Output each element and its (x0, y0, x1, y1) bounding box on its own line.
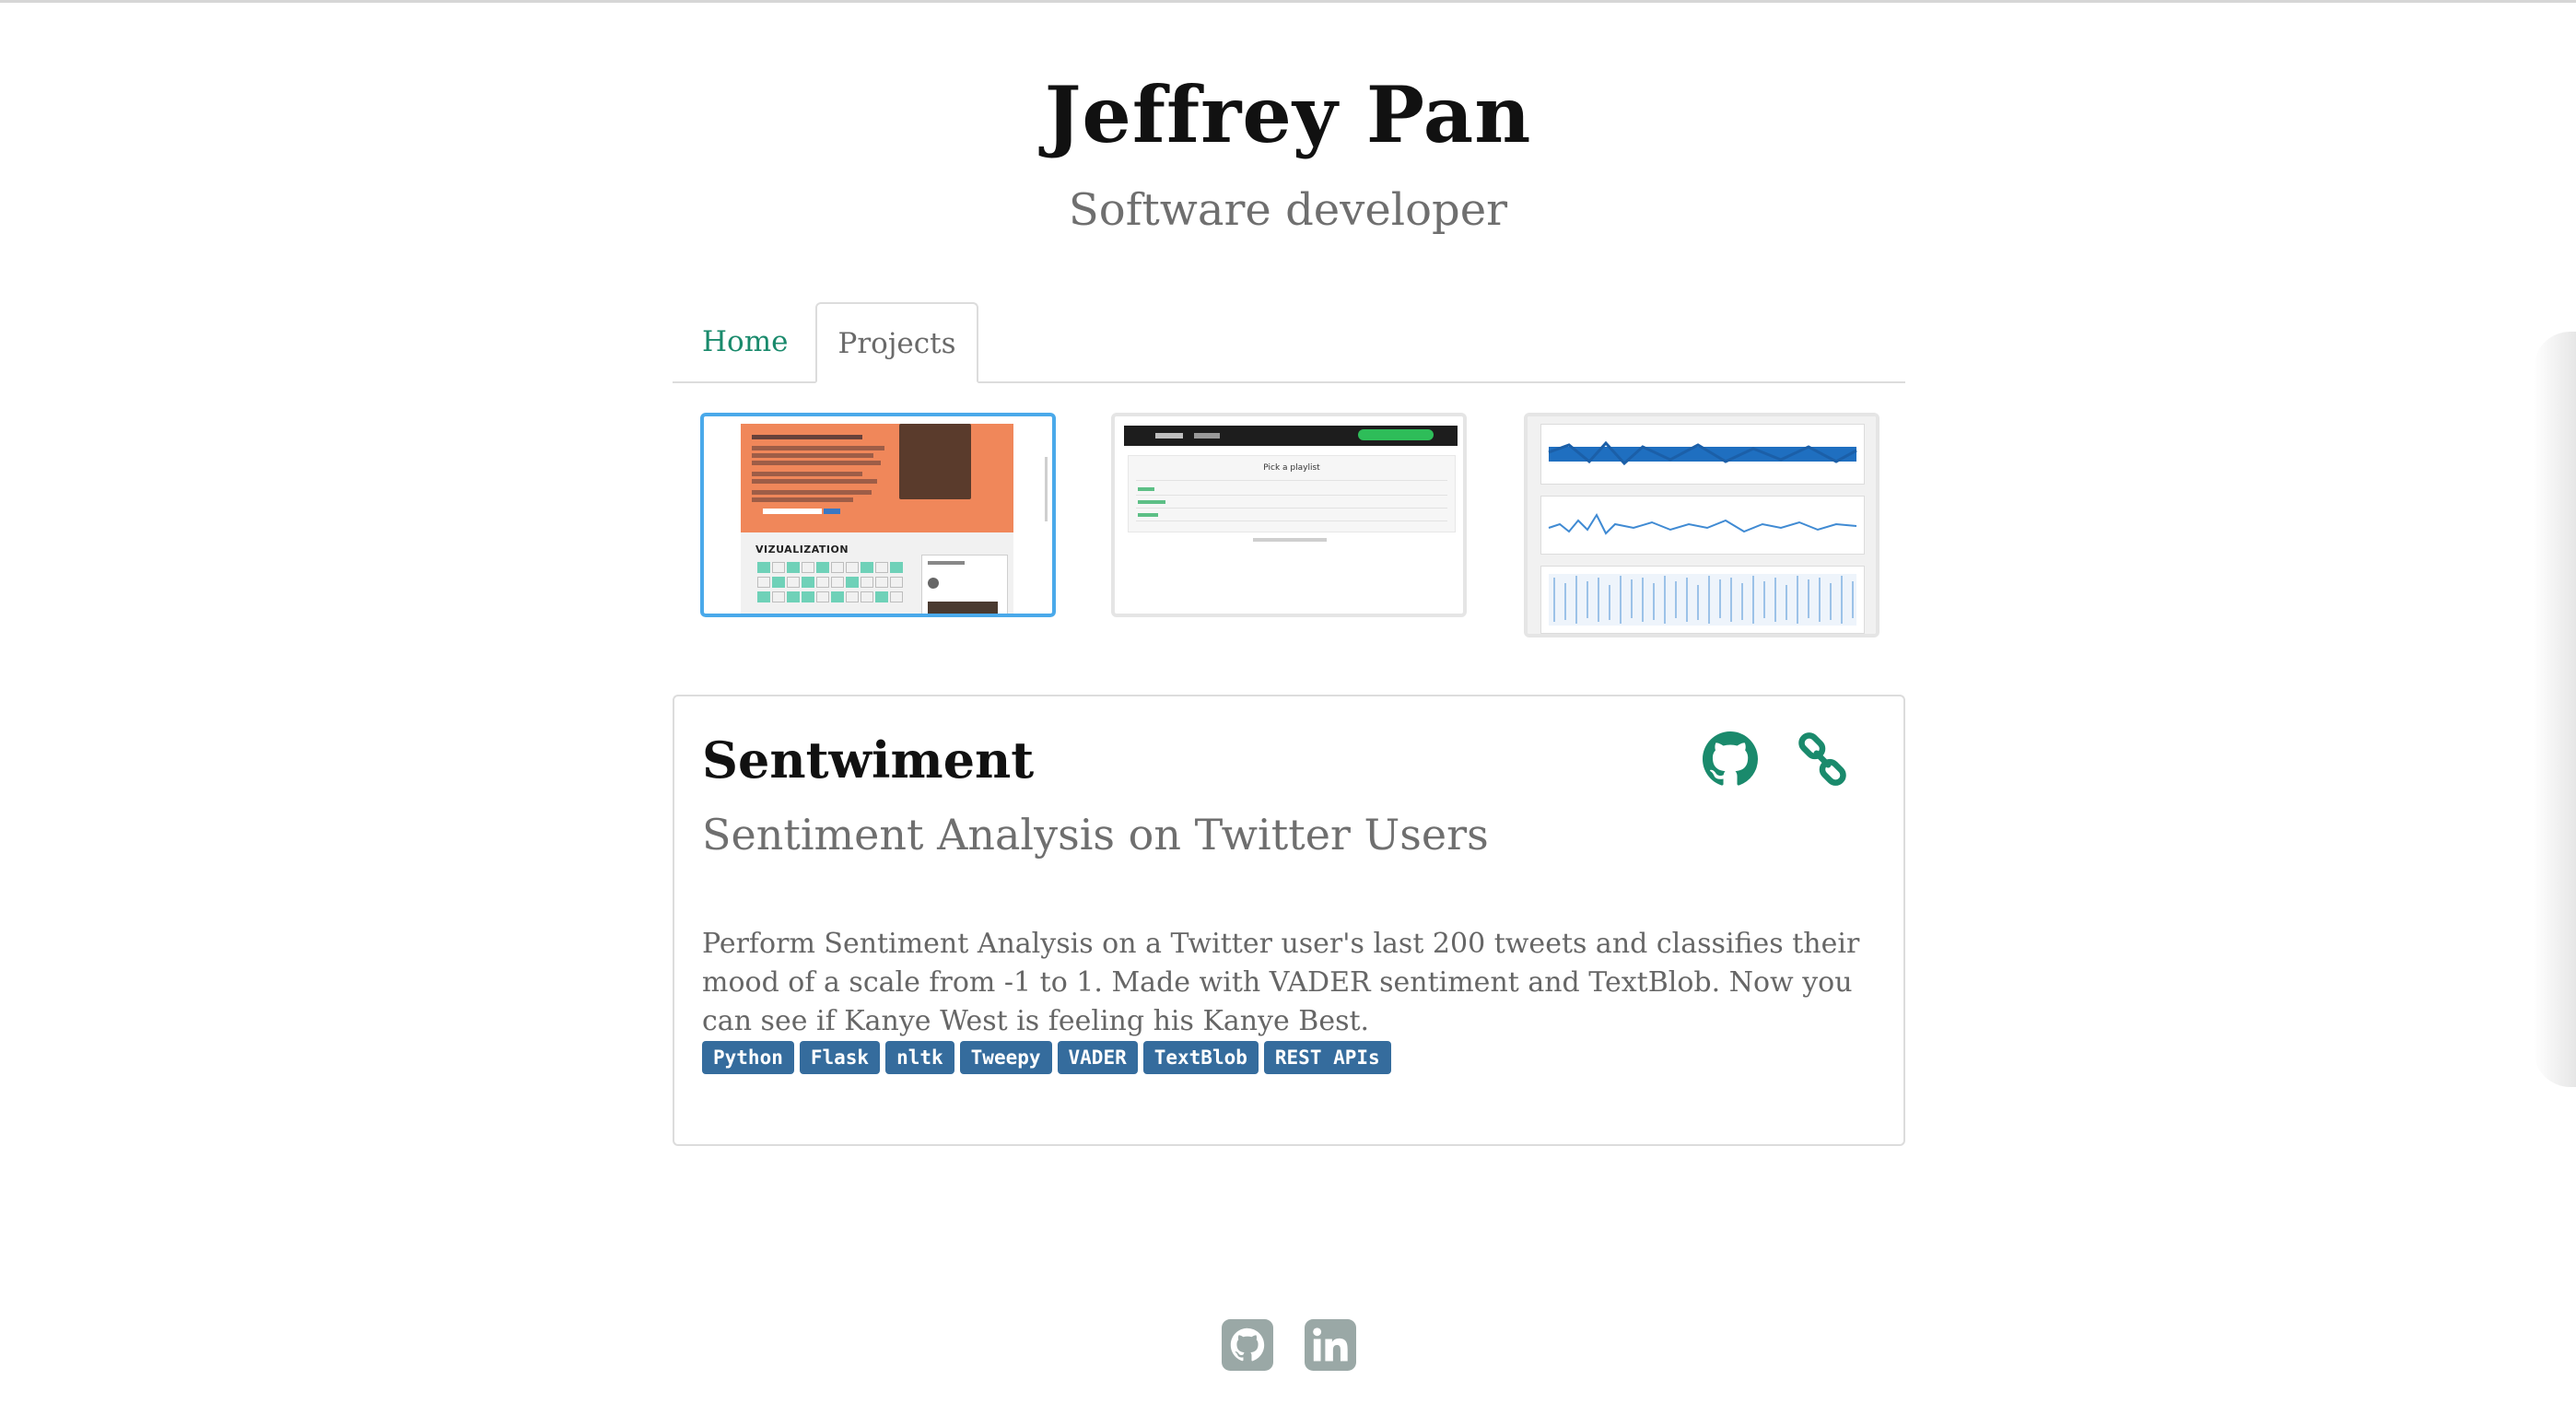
thumbnail-caption: VIZUALIZATION (755, 544, 849, 555)
project-external-link[interactable] (1795, 731, 1850, 787)
footer-github-link[interactable] (1222, 1319, 1273, 1371)
tag-flask: Flask (799, 1041, 881, 1074)
tag-vader: VADER (1057, 1041, 1138, 1074)
thumbnail-caption: Pick a playlist (1263, 463, 1320, 473)
thumbnail-playlist-panel: Pick a playlist (1128, 455, 1456, 532)
site-footer (1218, 1319, 1365, 1374)
thumbnail-green-button (1358, 429, 1434, 440)
thumbnail-plot-top (1540, 424, 1865, 485)
project-card: Sentwiment Sentiment Analysis on Twitter… (673, 695, 1905, 1146)
site-name: Jeffrey Pan (1044, 69, 1532, 160)
project-github-link[interactable] (1703, 731, 1758, 787)
thumbnail-photo (899, 424, 971, 499)
tag-tweepy: Tweepy (959, 1041, 1052, 1074)
project-carousel: VIZUALIZATION Pick a playlist (673, 383, 1905, 744)
tag-nltk: nltk (885, 1041, 954, 1074)
page-edge-shadow (2534, 332, 2576, 1087)
tag-rest-apis: REST APIs (1263, 1041, 1391, 1074)
linkedin-icon (1305, 1319, 1356, 1371)
link-icon (1798, 732, 1846, 786)
top-border (0, 0, 2576, 3)
project-description: Perform Sentiment Analysis on a Twitter … (702, 928, 1860, 1037)
waveform-graphic (1548, 440, 1857, 466)
technology-tags: Python Flask nltk Tweepy VADER TextBlob … (702, 1041, 1397, 1074)
tab-home[interactable]: Home (673, 302, 817, 381)
thumbnail-tweet-card (921, 555, 1008, 614)
footer-linkedin-link[interactable] (1305, 1319, 1356, 1371)
tag-textblob: TextBlob (1142, 1041, 1259, 1074)
waveform-graphic (1548, 512, 1857, 535)
main-content: Home Projects VIZUALIZATION Pick a playl… (673, 302, 1905, 1146)
thumbnail-plot-bottom (1540, 566, 1865, 634)
thumbnail-plot-middle (1540, 496, 1865, 555)
waveform-graphic (1549, 574, 1856, 626)
site-role: Software developer (1068, 184, 1508, 236)
github-icon (1703, 731, 1758, 786)
site-header: Jeffrey Pan Software developer (0, 64, 2576, 238)
project-subtitle: Sentiment Analysis on Twitter Users (702, 810, 1489, 860)
tab-projects[interactable]: Projects (815, 302, 978, 383)
project-title: Sentwiment (702, 731, 1035, 789)
carousel-thumbnail-sentwiment[interactable]: VIZUALIZATION (700, 413, 1056, 617)
github-icon (1222, 1319, 1273, 1371)
thumbnail-orange-banner (741, 424, 1013, 532)
tab-bar: Home Projects (673, 302, 1905, 383)
carousel-thumbnail-spotify[interactable]: Pick a playlist (1111, 413, 1467, 617)
carousel-thumbnail-signal-plots[interactable] (1524, 413, 1879, 637)
tag-python: Python (702, 1041, 794, 1074)
